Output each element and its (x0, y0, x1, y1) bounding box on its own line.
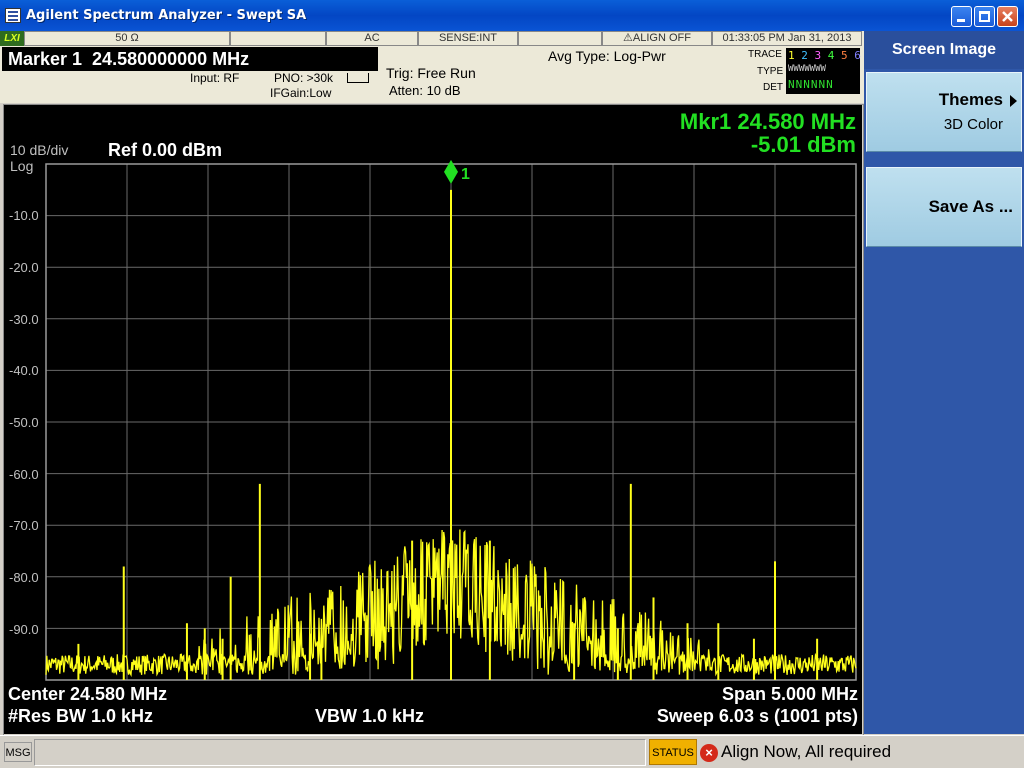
avg-type-label: Avg Type: Log-Pwr (548, 48, 666, 64)
softkey-menu-title: Screen Image (864, 31, 1024, 69)
spectrum-display[interactable]: 10 dB/div Log Ref 0.00 dBm Mkr1 24.580 M… (3, 104, 864, 736)
minimize-button[interactable] (951, 6, 972, 27)
spectrum-plot[interactable]: 1 (3, 104, 862, 734)
sense-indicator: SENSE:INT (418, 31, 518, 46)
res-bw-label: #Res BW 1.0 kHz (8, 706, 154, 726)
lxi-badge: LXI (0, 31, 24, 46)
status-button[interactable]: STATUS (649, 739, 697, 765)
themes-value: 3D Color (943, 116, 1003, 133)
impedance-indicator: 50 Ω (24, 31, 230, 46)
ifgain-label: IFGain:Low (270, 86, 332, 100)
atten-label: Atten: 10 dB (389, 83, 461, 98)
msg-indicator: MSG (4, 742, 32, 762)
status-bar: MSG STATUS × Align Now, All required (0, 735, 1024, 768)
align-indicator: ⚠ALIGN OFF (602, 31, 712, 46)
window-title: Agilent Spectrum Analyzer - Swept SA (26, 8, 307, 23)
title-bar: Agilent Spectrum Analyzer - Swept SA (0, 0, 1024, 31)
softkey-panel: Screen Image Themes 3D Color Save As ... (864, 31, 1024, 734)
spectrum-trace (45, 189, 857, 680)
measurement-header: LXI 50 Ω AC SENSE:INT ⚠ALIGN OFF 01:33:0… (0, 31, 864, 103)
trigger-label: Trig: Free Run (386, 65, 476, 81)
marker-text: Marker 1 24.580000000 MHz (8, 49, 250, 69)
trace-table: 1 2 3 4 5 6 WWWWWWW NNNNNN (786, 48, 861, 94)
span-label: Span 5.000 MHz (721, 684, 858, 704)
marker-number-label: 1 (461, 166, 470, 183)
save-as-softkey[interactable]: Save As ... (866, 167, 1022, 247)
themes-label: Themes (938, 90, 1003, 109)
datetime-display: 01:33:05 PM Jan 31, 2013 (712, 31, 862, 46)
spacer-cell-2 (518, 31, 602, 46)
themes-softkey[interactable]: Themes 3D Color (866, 72, 1022, 152)
vbw-label: VBW 1.0 kHz (315, 706, 425, 726)
error-icon: × (700, 744, 718, 762)
type-row: WWWWWWW (788, 64, 826, 74)
det-row-label: DET (763, 82, 783, 93)
status-message: Align Now, All required (721, 742, 892, 761)
det-row: NNNNNN (788, 78, 834, 91)
marker-readout[interactable]: Marker 1 24.580000000 MHz (2, 47, 378, 71)
trace-numbers-row: 1 2 3 4 5 6 (788, 49, 861, 62)
app-icon (5, 8, 21, 23)
close-icon (1002, 11, 1013, 22)
maximize-button[interactable] (974, 6, 995, 27)
center-frequency-label: Center 24.580 MHz (8, 684, 168, 704)
trigger-edge-icon (347, 73, 369, 83)
close-button[interactable] (997, 6, 1018, 27)
save-as-label: Save As ... (928, 197, 1013, 216)
submenu-arrow-icon (1010, 95, 1017, 107)
trace-row-label: TRACE (748, 49, 782, 60)
coupling-indicator: AC (326, 31, 418, 46)
pno-label: PNO: >30k (274, 71, 334, 85)
type-row-label: TYPE (757, 66, 784, 77)
message-field (34, 739, 646, 766)
input-label: Input: RF (190, 71, 240, 85)
sweep-label: Sweep 6.03 s (1001 pts) (656, 706, 858, 726)
spacer-cell (230, 31, 326, 46)
